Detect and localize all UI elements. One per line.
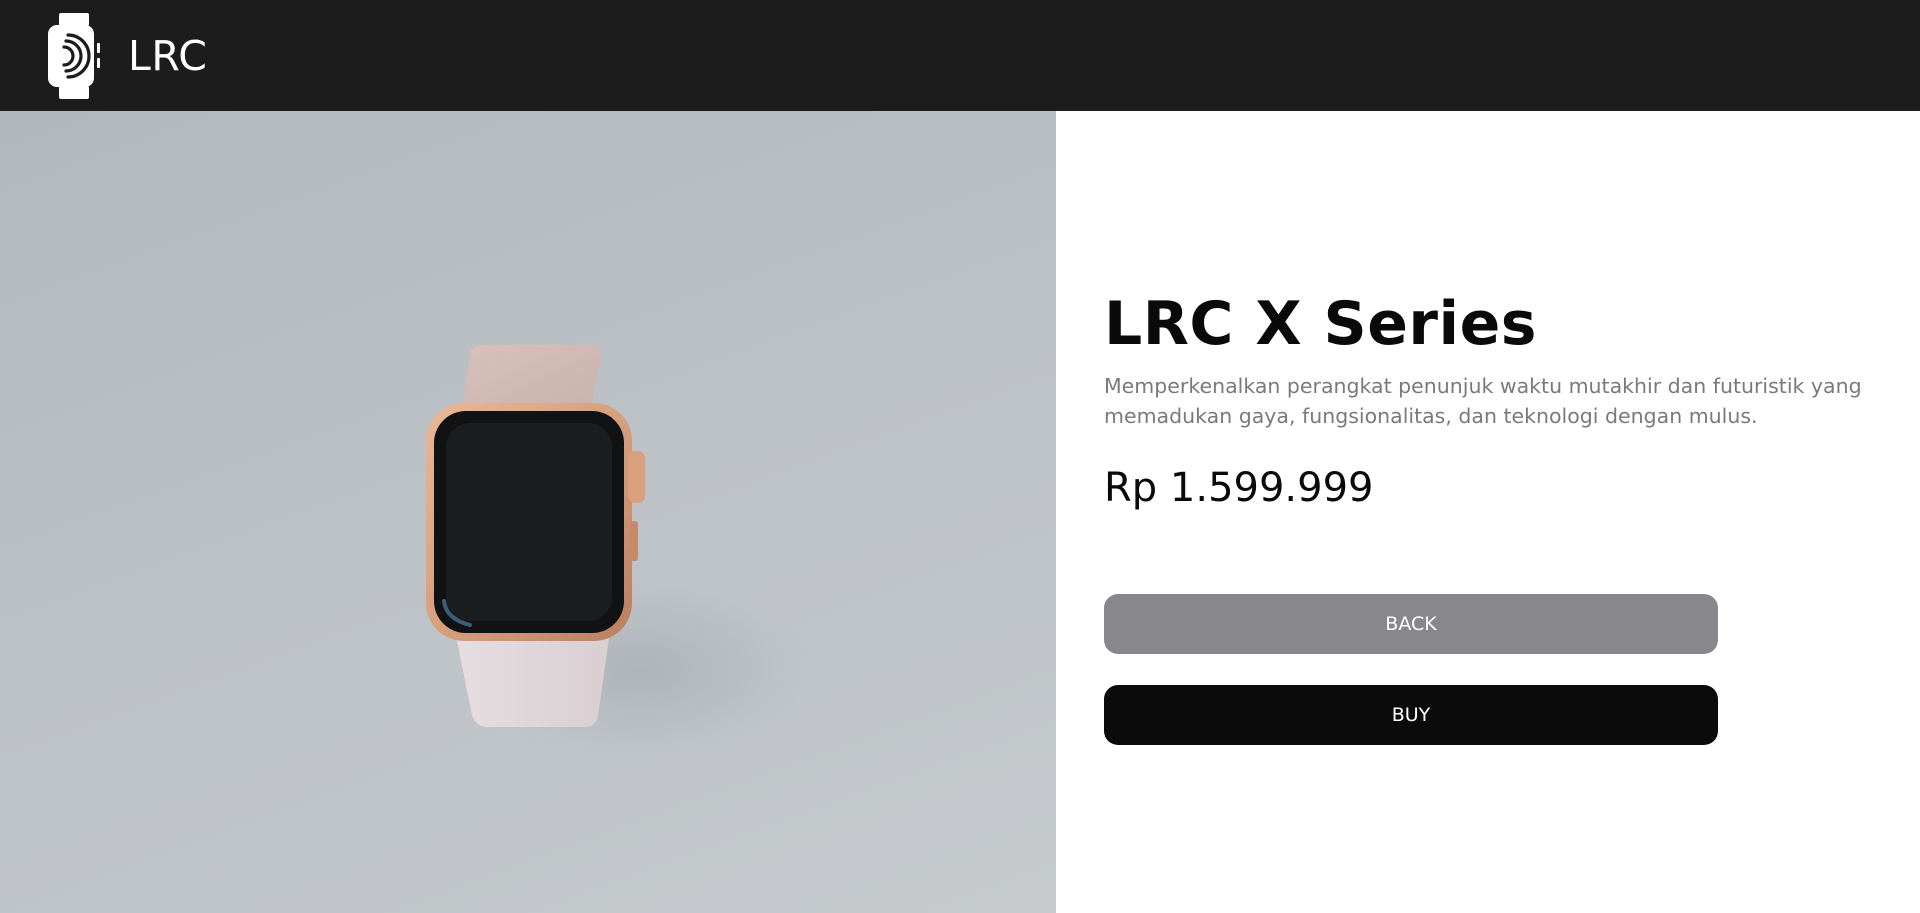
product-price: Rp 1.599.999 — [1104, 465, 1374, 511]
product-photo — [0, 111, 1056, 913]
product-title: LRC X Series — [1104, 289, 1537, 359]
navbar: LRC — [0, 0, 1920, 111]
buy-button[interactable]: BUY — [1104, 685, 1718, 745]
product-photo-watch — [426, 345, 810, 761]
brand-name[interactable]: LRC — [128, 32, 207, 80]
product-description: Memperkenalkan perangkat penunjuk waktu … — [1104, 374, 1862, 428]
back-button[interactable]: BACK — [1104, 594, 1718, 654]
product-details: LRC X Series Memperkenalkan perangkat pe… — [1104, 111, 1884, 913]
smartwatch-icon[interactable] — [46, 12, 102, 99]
